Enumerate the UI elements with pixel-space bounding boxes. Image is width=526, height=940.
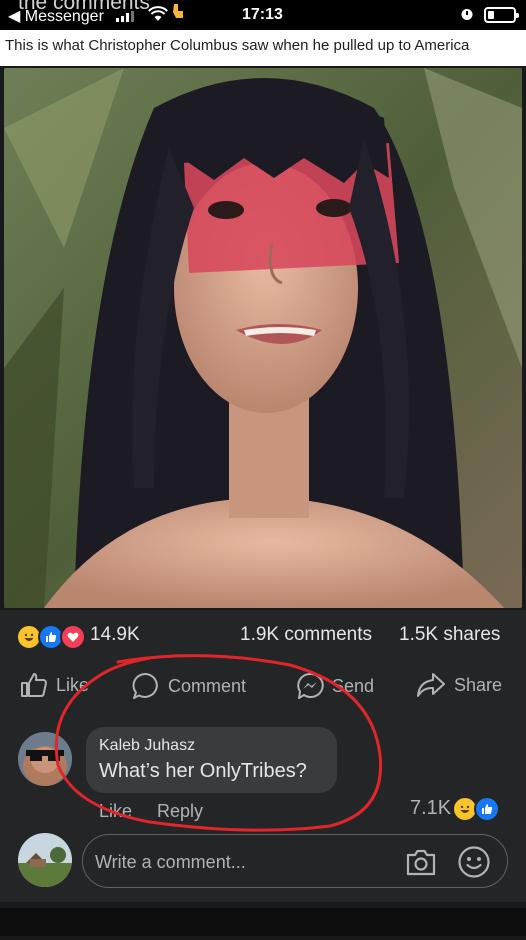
share-button-label: Share xyxy=(454,674,503,695)
messenger-icon xyxy=(297,672,324,699)
comment-input[interactable] xyxy=(93,847,397,877)
reaction-icons[interactable] xyxy=(16,624,86,650)
post-caption-bar: This is what Christopher Columbus saw wh… xyxy=(0,30,526,66)
battery-icon xyxy=(484,7,519,23)
current-user-avatar[interactable] xyxy=(18,833,72,887)
cell-signal-icon xyxy=(116,11,134,22)
send-button-label: Send xyxy=(332,675,375,696)
post-stats-row: 14.9K 1.9K comments 1.5K shares xyxy=(0,610,526,662)
comment-bubble-icon xyxy=(132,672,158,699)
comment-text: What’s her OnlyTribes? xyxy=(99,760,307,782)
status-bar: ◀ Messenger the comments 17:13 xyxy=(0,0,526,30)
emoji-icon[interactable] xyxy=(457,845,491,879)
camera-icon[interactable] xyxy=(405,847,437,877)
shares-count[interactable]: 1.5K shares xyxy=(399,624,500,646)
reactions-count[interactable]: 14.9K xyxy=(90,624,140,646)
comment-author[interactable]: Kaleb Juhasz xyxy=(99,737,195,755)
next-post-cutoff xyxy=(22,928,502,940)
comment-reply-link[interactable]: Reply xyxy=(157,801,203,822)
comment-button-label: Comment xyxy=(168,675,247,696)
like-icon xyxy=(474,796,500,822)
comment-composer xyxy=(0,830,526,902)
alarm-lock-icon xyxy=(461,9,473,20)
thumbs-up-icon xyxy=(21,673,47,697)
share-button[interactable]: Share xyxy=(416,672,502,698)
top-comment: Kaleb Juhasz What’s her OnlyTribes? Like… xyxy=(0,710,526,830)
clock-time: 17:13 xyxy=(242,6,283,23)
post-photo-illustration xyxy=(4,68,522,608)
comment-reaction-icons[interactable] xyxy=(452,796,500,822)
comment-input-box[interactable] xyxy=(82,834,508,888)
comment-button[interactable]: Comment xyxy=(132,672,246,700)
post-actions-row: Like Comment Send Share xyxy=(0,662,526,710)
next-post-preview xyxy=(0,902,526,936)
comment-reaction-count[interactable]: 7.1K xyxy=(410,797,451,820)
wifi-icon xyxy=(148,6,168,21)
comments-count[interactable]: 1.9K comments xyxy=(240,624,372,646)
send-button[interactable]: Send xyxy=(296,672,374,700)
love-icon xyxy=(60,624,86,650)
like-button[interactable]: Like xyxy=(20,672,89,698)
comment-like-link[interactable]: Like xyxy=(99,801,132,822)
comment-bubble[interactable]: Kaleb Juhasz What’s her OnlyTribes? xyxy=(86,727,337,793)
commenter-avatar[interactable] xyxy=(18,732,72,786)
share-arrow-icon xyxy=(417,673,445,697)
post-photo[interactable] xyxy=(4,68,522,608)
post-caption: This is what Christopher Columbus saw wh… xyxy=(5,37,470,54)
like-button-label: Like xyxy=(56,674,90,695)
pointing-hand-emoji-icon xyxy=(173,4,183,18)
